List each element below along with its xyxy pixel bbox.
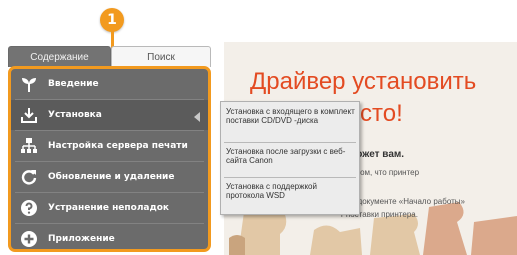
submenu-item-wsd[interactable]: Установка с поддержкой протокола WSD: [226, 182, 356, 200]
download-icon: [18, 104, 40, 126]
content-title-line2: сто!: [360, 100, 403, 127]
submenu-item-cd-dvd[interactable]: Установка с входящего в комплект поставк…: [226, 107, 356, 125]
menu-item-introduction[interactable]: Введение: [11, 69, 208, 99]
submenu-pointer-arrow: [194, 112, 200, 122]
menu-item-label: Обновление и удаление: [48, 172, 175, 182]
menu-item-label: Приложение: [48, 234, 115, 244]
menu-item-troubleshooting[interactable]: Устранение неполадок: [11, 193, 208, 223]
content-title-line1: Драйвер установить: [250, 68, 477, 95]
tab-contents[interactable]: Содержание: [8, 46, 111, 67]
menu-item-update-remove[interactable]: Обновление и удаление: [11, 162, 208, 192]
plus-icon: [18, 228, 40, 250]
tab-search[interactable]: Поиск: [111, 46, 211, 67]
question-icon: [18, 197, 40, 219]
step-marker-badge: 1: [100, 8, 124, 32]
menu-item-installation[interactable]: Установка: [11, 100, 208, 130]
menu-item-label: Устранение неполадок: [48, 203, 170, 213]
submenu-divider: [224, 142, 356, 143]
submenu-item-download-canon[interactable]: Установка после загрузки с веб-сайта Can…: [226, 147, 356, 165]
menu-item-label: Настройка сервера печати: [48, 141, 188, 151]
sprout-icon: [18, 73, 40, 95]
submenu-divider: [224, 177, 356, 178]
network-icon: [18, 135, 40, 157]
installation-submenu: Установка с входящего в комплект поставк…: [220, 101, 360, 215]
menu-item-print-server[interactable]: Настройка сервера печати: [11, 131, 208, 161]
menu-item-appendix[interactable]: Приложение: [11, 224, 208, 254]
refresh-icon: [18, 166, 40, 188]
menu-item-label: Введение: [48, 79, 99, 89]
menu-item-label: Установка: [48, 110, 102, 120]
contents-menu: Введение Установка Настройка сервера печ…: [8, 66, 211, 252]
